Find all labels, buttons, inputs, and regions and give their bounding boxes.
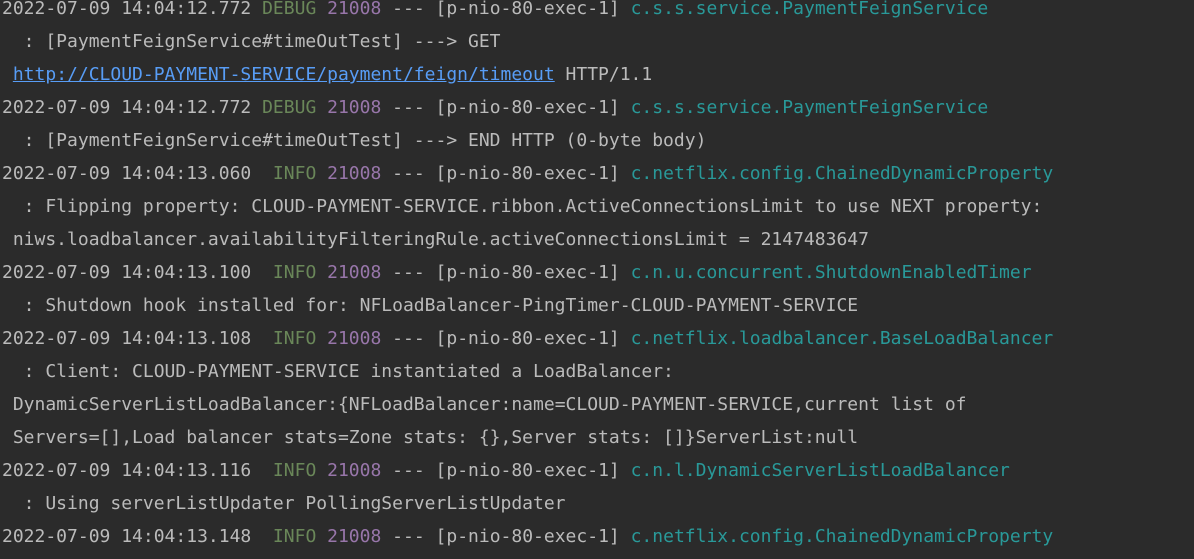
log-header-line: 2022-07-09 14:04:13.108 INFO 21008 --- [… bbox=[2, 322, 1053, 355]
log-logger: c.netflix.config.ChainedDynamicProperty bbox=[630, 526, 1054, 547]
log-logger: c.s.s.service.PaymentFeignService bbox=[630, 0, 989, 19]
log-thread: [p-nio-80-exec-1] bbox=[435, 460, 620, 481]
log-separator: --- bbox=[392, 163, 425, 184]
log-level: DEBUG bbox=[262, 97, 317, 118]
log-separator: --- bbox=[392, 460, 425, 481]
log-timestamp: 2022-07-09 14:04:13.148 bbox=[2, 526, 252, 547]
log-level: INFO bbox=[262, 526, 317, 547]
log-thread: [p-nio-80-exec-1] bbox=[435, 262, 620, 283]
log-message: : Flipping property: CLOUD-PAYMENT-SERVI… bbox=[2, 196, 1043, 217]
log-header-line: 2022-07-09 14:04:13.116 INFO 21008 --- [… bbox=[2, 454, 1010, 487]
log-message: : [PaymentFeignService#timeOutTest] --->… bbox=[2, 130, 707, 151]
log-message-line: : Shutdown hook installed for: NFLoadBal… bbox=[2, 289, 858, 322]
log-separator: --- bbox=[392, 262, 425, 283]
log-message: : Shutdown hook installed for: NFLoadBal… bbox=[2, 295, 859, 316]
log-separator: --- bbox=[392, 328, 425, 349]
log-message: : Using serverListUpdater PollingServerL… bbox=[2, 493, 566, 514]
log-timestamp: 2022-07-09 14:04:13.116 bbox=[2, 460, 252, 481]
log-message: DynamicServerListLoadBalancer:{NFLoadBal… bbox=[12, 394, 967, 415]
log-thread: [p-nio-80-exec-1] bbox=[435, 163, 620, 184]
log-message: : [PaymentFeignService#timeOutTest] --->… bbox=[2, 31, 501, 52]
log-separator: --- bbox=[392, 526, 425, 547]
log-message-line: http://CLOUD-PAYMENT-SERVICE/payment/fei… bbox=[2, 58, 652, 91]
log-header-line: 2022-07-09 14:04:13.148 INFO 21008 --- [… bbox=[2, 520, 1053, 553]
log-level: INFO bbox=[262, 262, 317, 283]
log-message-line: : Client: CLOUD-PAYMENT-SERVICE instanti… bbox=[2, 355, 674, 388]
log-timestamp: 2022-07-09 14:04:13.108 bbox=[2, 328, 252, 349]
log-pid: 21008 bbox=[327, 328, 382, 349]
log-message-line: niws.loadbalancer.availabilityFilteringR… bbox=[2, 223, 869, 256]
log-level: INFO bbox=[262, 460, 317, 481]
console-output[interactable]: 2022-07-09 14:04:12.772 DEBUG 21008 --- … bbox=[0, 0, 1194, 559]
log-message: HTTP/1.1 bbox=[554, 64, 653, 85]
log-logger: c.netflix.config.ChainedDynamicProperty bbox=[630, 163, 1054, 184]
log-thread: [p-nio-80-exec-1] bbox=[435, 0, 620, 19]
log-message-line: DynamicServerListLoadBalancer:{NFLoadBal… bbox=[2, 388, 967, 421]
log-url-link[interactable]: http://CLOUD-PAYMENT-SERVICE/payment/fei… bbox=[13, 64, 555, 85]
log-level: DEBUG bbox=[262, 0, 317, 19]
log-pid: 21008 bbox=[327, 0, 382, 19]
log-logger: c.n.l.DynamicServerListLoadBalancer bbox=[630, 460, 1010, 481]
log-pid: 21008 bbox=[327, 460, 382, 481]
log-message-line: : Flipping property: CLOUD-PAYMENT-SERVI… bbox=[2, 190, 1043, 223]
log-timestamp: 2022-07-09 14:04:13.060 bbox=[2, 163, 252, 184]
log-message: : Client: CLOUD-PAYMENT-SERVICE instanti… bbox=[2, 361, 674, 382]
log-timestamp: 2022-07-09 14:04:12.772 bbox=[2, 0, 252, 19]
log-message-line: : [PaymentFeignService#timeOutTest] --->… bbox=[2, 25, 501, 58]
log-header-line: 2022-07-09 14:04:12.772 DEBUG 21008 --- … bbox=[2, 0, 988, 25]
log-logger: c.n.u.concurrent.ShutdownEnabledTimer bbox=[630, 262, 1032, 283]
log-separator: --- bbox=[392, 97, 425, 118]
log-logger: c.s.s.service.PaymentFeignService bbox=[630, 97, 989, 118]
log-message: Servers=[],Load balancer stats=Zone stat… bbox=[12, 427, 859, 448]
log-thread: [p-nio-80-exec-1] bbox=[435, 328, 620, 349]
log-pid: 21008 bbox=[327, 163, 382, 184]
log-pid: 21008 bbox=[327, 526, 382, 547]
log-pid: 21008 bbox=[327, 97, 382, 118]
log-header-line: 2022-07-09 14:04:13.100 INFO 21008 --- [… bbox=[2, 256, 1032, 289]
log-message-line: : [PaymentFeignService#timeOutTest] --->… bbox=[2, 124, 707, 157]
log-header-line: 2022-07-09 14:04:13.060 INFO 21008 --- [… bbox=[2, 157, 1053, 190]
log-timestamp: 2022-07-09 14:04:13.100 bbox=[2, 262, 252, 283]
log-pid: 21008 bbox=[327, 262, 382, 283]
log-timestamp: 2022-07-09 14:04:12.772 bbox=[2, 97, 252, 118]
log-logger: c.netflix.loadbalancer.BaseLoadBalancer bbox=[630, 328, 1054, 349]
log-level: INFO bbox=[262, 328, 317, 349]
log-message-line: Servers=[],Load balancer stats=Zone stat… bbox=[2, 421, 858, 454]
log-separator: --- bbox=[392, 0, 425, 19]
log-thread: [p-nio-80-exec-1] bbox=[435, 97, 620, 118]
log-message-line: : Using serverListUpdater PollingServerL… bbox=[2, 487, 566, 520]
log-level: INFO bbox=[262, 163, 317, 184]
log-message: niws.loadbalancer.availabilityFilteringR… bbox=[2, 229, 869, 250]
log-header-line: 2022-07-09 14:04:12.772 DEBUG 21008 --- … bbox=[2, 91, 988, 124]
log-thread: [p-nio-80-exec-1] bbox=[435, 526, 620, 547]
